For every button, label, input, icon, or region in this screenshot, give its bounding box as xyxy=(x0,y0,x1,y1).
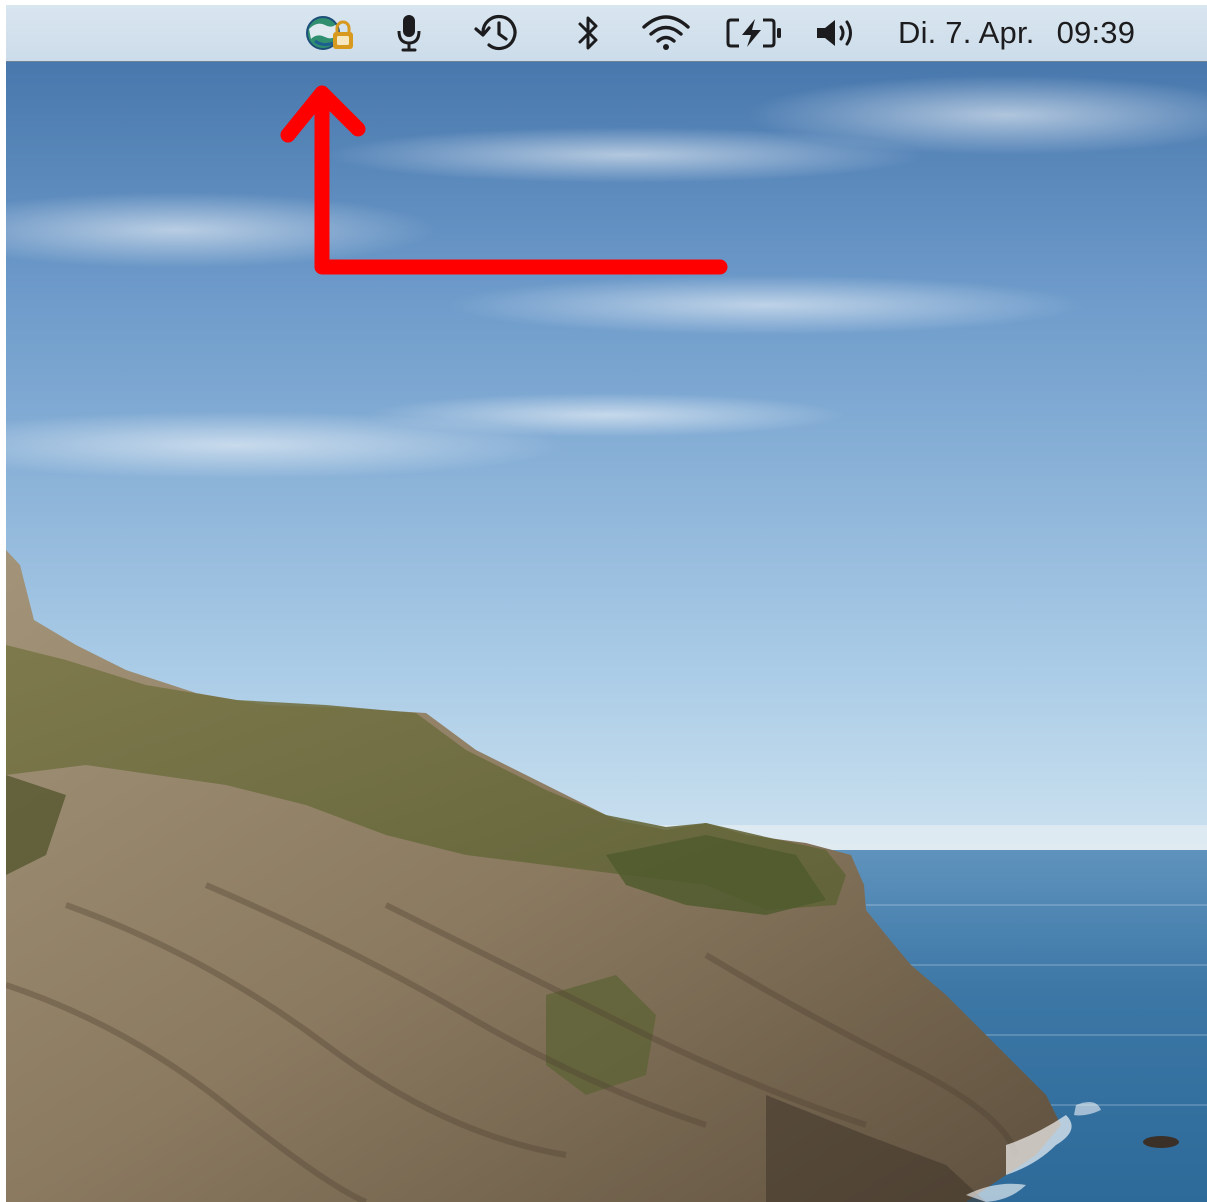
microphone-icon[interactable] xyxy=(392,5,426,61)
clock-time: 09:39 xyxy=(1056,15,1136,50)
bluetooth-icon[interactable] xyxy=(572,5,606,61)
menubar-clock[interactable]: Di. 7. Apr. 09:39 xyxy=(898,5,1135,61)
wifi-icon[interactable] xyxy=(640,5,692,61)
time-machine-icon[interactable] xyxy=(472,5,522,61)
menu-bar: Di. 7. Apr. 09:39 xyxy=(6,5,1207,62)
clock-date: Di. 7. Apr. xyxy=(898,15,1035,50)
battery-charging-icon[interactable] xyxy=(724,5,786,61)
volume-icon[interactable] xyxy=(812,5,860,61)
desktop-wallpaper xyxy=(6,5,1207,1202)
desktop: Di. 7. Apr. 09:39 xyxy=(6,5,1207,1202)
vpn-globe-lock-icon[interactable] xyxy=(302,5,362,61)
